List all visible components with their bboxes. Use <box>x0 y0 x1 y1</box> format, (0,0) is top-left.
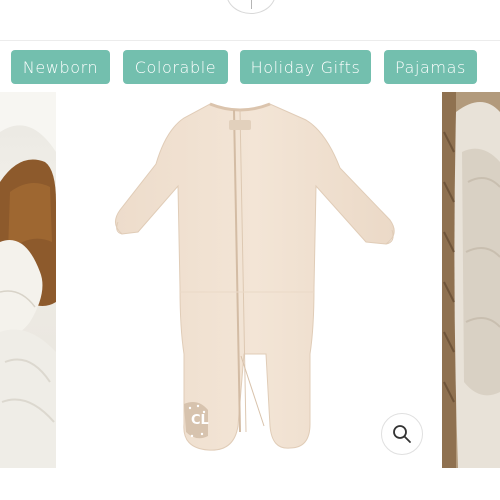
tag-pajamas[interactable]: Pajamas <box>384 50 477 84</box>
magnifier-icon <box>393 425 411 443</box>
tag-newborn-label: Newborn <box>22 57 99 77</box>
tag-colorable-label: Colorable <box>134 57 217 77</box>
tag-holiday-gifts[interactable]: Holiday Gifts <box>240 50 371 84</box>
zoom-button[interactable] <box>381 413 423 455</box>
main-product-slide[interactable]: CL <box>58 92 440 468</box>
tag-holiday-gifts-label: Holiday Gifts <box>250 57 361 77</box>
tag-newborn[interactable]: Newborn <box>11 50 110 84</box>
product-image-carousel[interactable]: CL <box>0 92 500 468</box>
cl-logo-mark: CL <box>191 413 209 428</box>
tag-colorable[interactable]: Colorable <box>123 50 228 84</box>
header-logo-circle <box>226 0 276 14</box>
footed-sleeper-image: CL <box>115 102 395 451</box>
header-divider <box>0 40 500 41</box>
next-slide-preview[interactable] <box>442 92 500 468</box>
category-tags: Newborn Colorable Holiday Gifts Pajamas <box>0 50 500 84</box>
tag-pajamas-label: Pajamas <box>395 57 466 77</box>
blanket-photo <box>0 92 56 468</box>
basket-photo <box>442 92 500 468</box>
previous-slide-preview[interactable] <box>0 92 56 468</box>
